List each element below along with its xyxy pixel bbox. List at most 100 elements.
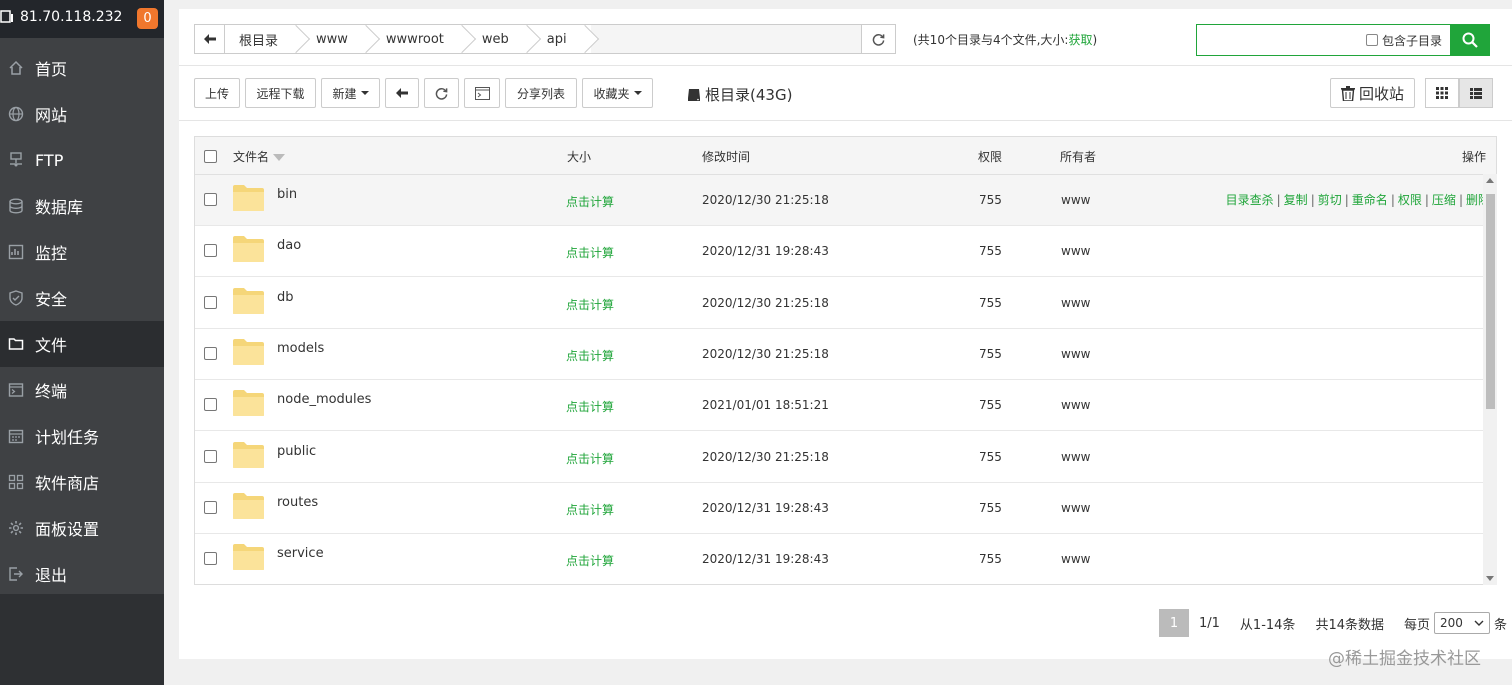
sidebar-item-6[interactable]: 文件 <box>0 321 164 367</box>
breadcrumb-item[interactable]: www <box>302 25 372 53</box>
sidebar-item-5[interactable]: 安全 <box>0 275 164 321</box>
owner[interactable]: www <box>1061 244 1090 258</box>
back-button[interactable] <box>385 78 419 108</box>
sidebar-item-7[interactable]: 终端 <box>0 367 164 413</box>
folder-icon[interactable] <box>232 492 265 520</box>
row-action-link[interactable]: 压缩 <box>1432 193 1456 207</box>
size-calc-link[interactable]: 点击计算 <box>566 244 614 261</box>
row-checkbox[interactable] <box>204 500 217 514</box>
table-row[interactable]: public 点击计算 2020/12/30 21:25:18 755 www <box>195 432 1496 483</box>
search-input[interactable] <box>1197 25 1366 55</box>
file-name[interactable]: public <box>277 444 316 459</box>
notification-badge[interactable]: 0 <box>137 8 158 29</box>
breadcrumb-item[interactable]: api <box>532 25 591 53</box>
owner[interactable]: www <box>1061 501 1090 515</box>
owner[interactable]: www <box>1061 193 1090 207</box>
scroll-up-icon[interactable] <box>1486 178 1494 183</box>
file-name[interactable]: models <box>277 341 324 356</box>
scroll-down-icon[interactable] <box>1486 576 1494 581</box>
owner[interactable]: www <box>1061 398 1090 412</box>
row-action-link[interactable]: 重命名 <box>1352 193 1388 207</box>
row-action-link[interactable]: 权限 <box>1398 193 1422 207</box>
row-checkbox[interactable] <box>204 295 217 309</box>
sidebar-item-10[interactable]: 面板设置 <box>0 505 164 551</box>
row-checkbox[interactable] <box>204 346 217 360</box>
grid-view-button[interactable] <box>1425 78 1459 108</box>
file-name[interactable]: service <box>277 546 324 561</box>
column-perm-header[interactable]: 权限 <box>978 148 1002 165</box>
file-name[interactable]: dao <box>277 238 301 253</box>
sidebar-item-11[interactable]: 退出 <box>0 551 164 597</box>
table-row[interactable]: node_modules 点击计算 2021/01/01 18:51:21 755 ww… <box>195 380 1496 432</box>
row-action-link[interactable]: 目录查杀 <box>1226 193 1274 207</box>
path-back-button[interactable] <box>195 25 225 53</box>
table-row[interactable]: dao 点击计算 2020/12/31 19:28:43 755 www <box>195 226 1496 278</box>
column-mtime-header[interactable]: 修改时间 <box>702 148 750 165</box>
row-checkbox[interactable] <box>204 552 217 566</box>
column-owner-header[interactable]: 所有者 <box>1060 148 1096 165</box>
table-scrollbar[interactable] <box>1483 174 1497 585</box>
favorites-dropdown-button[interactable]: 收藏夹 <box>582 78 653 108</box>
refresh-button[interactable] <box>424 78 459 108</box>
share-list-button[interactable]: 分享列表 <box>505 78 577 108</box>
recycle-bin-button[interactable]: 回收站 <box>1330 78 1415 108</box>
size-get-link[interactable]: 获取 <box>1068 33 1092 47</box>
folder-icon[interactable] <box>232 543 265 571</box>
folder-icon[interactable] <box>232 287 265 315</box>
column-name-header[interactable]: 文件名 <box>233 148 286 165</box>
size-calc-link[interactable]: 点击计算 <box>566 193 614 210</box>
size-calc-link[interactable]: 点击计算 <box>566 398 614 415</box>
per-page-select[interactable]: 200 <box>1434 612 1490 634</box>
scroll-thumb[interactable] <box>1486 194 1495 409</box>
permission[interactable]: 755 <box>979 347 1002 361</box>
breadcrumb-item[interactable]: wwwroot <box>371 25 468 53</box>
folder-icon[interactable] <box>232 389 265 417</box>
file-name[interactable]: node_modules <box>277 392 371 407</box>
remote-download-button[interactable]: 远程下载 <box>245 78 316 108</box>
sidebar-item-0[interactable]: 首页 <box>0 45 164 91</box>
permission[interactable]: 755 <box>979 450 1002 464</box>
table-row[interactable]: bin 点击计算 2020/12/30 21:25:18 755 www 目录查杀 | 复制 |… <box>195 175 1496 226</box>
row-action-link[interactable]: 剪切 <box>1318 193 1342 207</box>
file-name[interactable]: routes <box>277 495 318 510</box>
row-checkbox[interactable] <box>204 244 217 258</box>
search-button[interactable] <box>1450 25 1489 55</box>
permission[interactable]: 755 <box>979 398 1002 412</box>
size-calc-link[interactable]: 点击计算 <box>566 552 614 569</box>
owner[interactable]: www <box>1061 552 1090 566</box>
owner[interactable]: www <box>1061 347 1090 361</box>
permission[interactable]: 755 <box>979 296 1002 310</box>
size-calc-link[interactable]: 点击计算 <box>566 296 614 313</box>
column-size-header[interactable]: 大小 <box>567 148 591 165</box>
folder-icon[interactable] <box>232 235 265 263</box>
path-input-area[interactable] <box>590 25 861 53</box>
include-subdir-checkbox[interactable] <box>1365 34 1378 46</box>
breadcrumb-item[interactable]: 根目录 <box>225 25 303 53</box>
table-row[interactable]: models 点击计算 2020/12/30 21:25:18 755 www <box>195 329 1496 380</box>
folder-icon[interactable] <box>232 338 265 366</box>
sidebar-item-2[interactable]: FTP <box>0 137 164 183</box>
permission[interactable]: 755 <box>979 552 1002 566</box>
owner[interactable]: www <box>1061 296 1090 310</box>
permission[interactable]: 755 <box>979 193 1002 207</box>
permission[interactable]: 755 <box>979 501 1002 515</box>
page-current[interactable]: 1 <box>1159 609 1189 637</box>
list-view-button[interactable] <box>1459 78 1493 108</box>
sidebar-item-8[interactable]: 计划任务 <box>0 413 164 459</box>
path-refresh-button[interactable] <box>861 25 895 53</box>
breadcrumb-item[interactable]: web <box>467 25 533 53</box>
folder-icon[interactable] <box>232 184 265 212</box>
row-checkbox[interactable] <box>204 449 217 463</box>
row-checkbox[interactable] <box>204 398 217 412</box>
table-row[interactable]: db 点击计算 2020/12/30 21:25:18 755 www <box>195 278 1496 329</box>
file-name[interactable]: db <box>277 290 294 305</box>
table-row[interactable]: routes 点击计算 2020/12/31 19:28:43 755 www <box>195 483 1496 534</box>
terminal-button[interactable] <box>464 78 500 108</box>
size-calc-link[interactable]: 点击计算 <box>566 450 614 467</box>
select-all-checkbox[interactable] <box>204 150 217 163</box>
folder-icon[interactable] <box>232 441 265 469</box>
owner[interactable]: www <box>1061 450 1090 464</box>
size-calc-link[interactable]: 点击计算 <box>566 347 614 364</box>
sidebar-item-4[interactable]: 监控 <box>0 229 164 275</box>
sidebar-item-3[interactable]: 数据库 <box>0 183 164 229</box>
